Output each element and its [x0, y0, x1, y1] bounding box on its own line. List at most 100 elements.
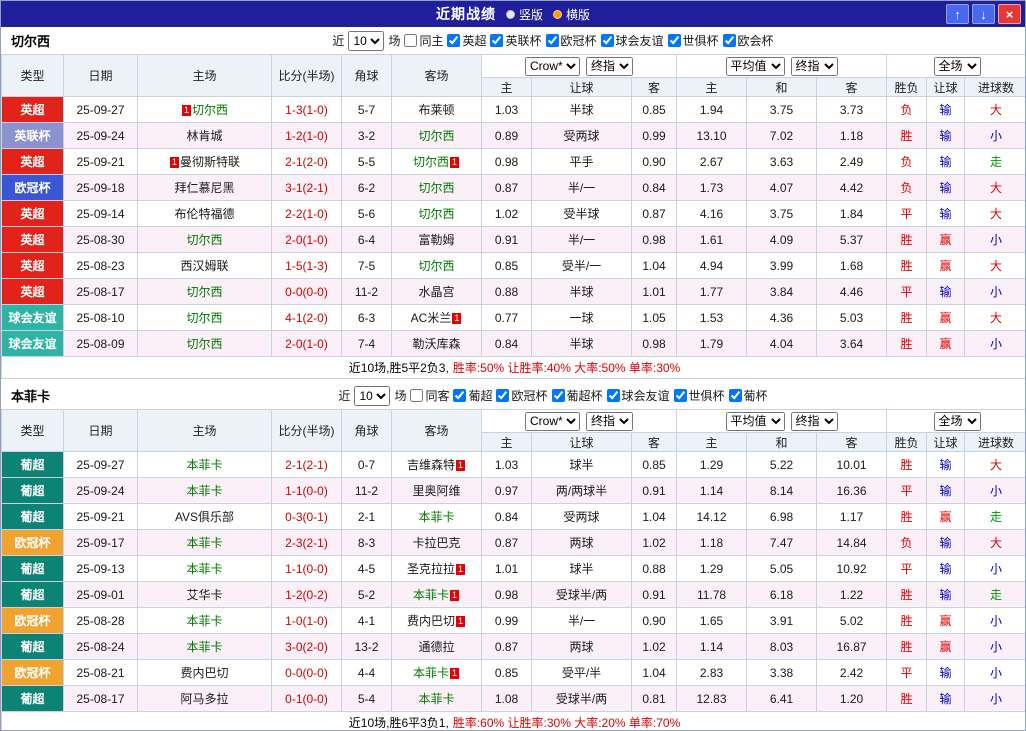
avg-home-cell: 1.29 — [676, 555, 748, 582]
corners-cell: 6-2 — [341, 174, 392, 201]
radio-dot-icon — [505, 9, 515, 19]
close-button[interactable]: × — [998, 4, 1021, 24]
column-header: 角球 — [341, 409, 392, 452]
match-date-cell: 25-09-21 — [63, 503, 138, 530]
home-team-name: 本菲卡 — [186, 536, 223, 550]
league-filter-checkbox[interactable] — [551, 389, 565, 402]
away-team-name: 水晶宫 — [418, 285, 455, 299]
match-type-cell: 英超 — [1, 148, 64, 175]
league-filter-checkbox[interactable] — [606, 389, 620, 402]
goals-result-cell: 走 — [964, 503, 1025, 530]
avg-home-cell: 1.18 — [676, 529, 748, 556]
column-header: 让球 — [531, 432, 632, 452]
match-row: 葡超 25-08-24 本菲卡 3-0(2-0) 13-2 通德拉 0.87 两球 1.02 1.… — [1, 633, 1025, 660]
home-team-name: 拜仁慕尼黑 — [174, 181, 235, 195]
league-filter-label: 英超 — [462, 34, 487, 48]
avg-draw-cell: 4.04 — [746, 330, 818, 357]
league-filter-checkbox[interactable] — [545, 34, 559, 47]
avg-draw-cell: 3.99 — [746, 252, 818, 279]
odds-away-cell: 1.05 — [630, 304, 678, 331]
league-filter-checkbox[interactable] — [496, 389, 510, 402]
league-filter[interactable]: 欧冠杯 — [496, 387, 548, 404]
odds-home-cell: 1.02 — [481, 200, 532, 227]
league-filter-checkbox[interactable] — [600, 34, 614, 47]
asian-stage-select[interactable]: 终指 — [586, 56, 633, 76]
layout-radio-vertical[interactable]: 竖版 — [505, 6, 543, 23]
titlebar: 近期战绩 竖版 横版 ↑ ↓ × — [1, 1, 1025, 27]
average-select[interactable]: 平均值 — [725, 411, 785, 431]
league-filter-checkbox[interactable] — [490, 34, 504, 47]
league-filter[interactable]: 球会友谊 — [600, 32, 664, 49]
match-row: 葡超 25-09-01 艾华卡 1-2(0-2) 5-2 本菲卡 1 0.98 受球半/两 0.9… — [1, 581, 1025, 608]
match-type-cell: 英超 — [1, 96, 64, 123]
euro-stage-select[interactable]: 终指 — [790, 56, 838, 76]
league-filter-checkbox[interactable] — [667, 34, 681, 47]
home-team-cell: 切尔西 — [137, 226, 272, 253]
goals-result-cell: 大 — [964, 529, 1025, 556]
corners-cell: 7-5 — [341, 252, 392, 279]
scope-select[interactable]: 全场 — [933, 56, 981, 76]
match-type-cell: 球会友谊 — [1, 304, 64, 331]
goals-result-cell: 小 — [964, 659, 1025, 686]
column-header: 比分(半场) — [271, 54, 342, 97]
league-filter-checkbox[interactable] — [673, 389, 687, 402]
league-filter-checkbox[interactable] — [453, 389, 467, 402]
home-team-cell: 本菲卡 — [137, 607, 272, 634]
handicap-result-cell: 输 — [926, 477, 966, 504]
handicap-result-cell: 输 — [926, 278, 966, 305]
move-down-button[interactable]: ↓ — [972, 4, 995, 24]
league-filter[interactable]: 葡超杯 — [551, 387, 603, 404]
result-cell: 胜 — [886, 607, 928, 634]
league-filter[interactable]: 球会友谊 — [606, 387, 670, 404]
bookmaker-select[interactable]: Crow* — [525, 56, 580, 76]
match-count-select[interactable]: 10 — [348, 30, 385, 51]
league-filter[interactable]: 葡杯 — [728, 387, 768, 404]
team-name: 本菲卡 — [11, 389, 51, 404]
away-team-cell: 费内巴切 1 — [391, 607, 482, 634]
league-filter-checkbox[interactable] — [404, 34, 418, 47]
league-filter[interactable]: 同主 — [404, 32, 443, 49]
league-filter[interactable]: 世俱杯 — [673, 387, 725, 404]
league-filter[interactable]: 世俱杯 — [667, 32, 719, 49]
score-cell: 1-2(1-0) — [271, 122, 342, 149]
league-filter[interactable]: 葡超 — [453, 387, 492, 404]
league-filter[interactable]: 欧冠杯 — [545, 32, 597, 49]
asian-stage-select[interactable]: 终指 — [586, 411, 633, 431]
column-header: 和 — [746, 432, 818, 452]
home-team-name: 阿马多拉 — [180, 692, 229, 706]
layout-radio-horizontal[interactable]: 横版 — [553, 6, 590, 23]
match-date-cell: 25-08-21 — [63, 659, 138, 686]
league-filter-label: 欧会杯 — [737, 34, 774, 48]
league-filter[interactable]: 同客 — [410, 387, 449, 404]
league-filter-checkbox[interactable] — [410, 389, 424, 402]
league-filter[interactable]: 英联杯 — [490, 32, 542, 49]
handicap-cell: 半球 — [531, 96, 632, 123]
away-team-cell: 水晶宫 — [391, 278, 482, 305]
bookmaker-select[interactable]: Crow* — [525, 411, 580, 431]
handicap-result-cell: 输 — [926, 659, 966, 686]
move-up-button[interactable]: ↑ — [946, 4, 969, 24]
scope-select[interactable]: 全场 — [933, 411, 981, 431]
filter-prefix-label: 近 — [332, 34, 345, 48]
goals-result-cell: 大 — [964, 96, 1025, 123]
result-cell: 胜 — [886, 122, 928, 149]
league-filter-checkbox[interactable] — [722, 34, 736, 47]
league-filter-checkbox[interactable] — [447, 34, 461, 47]
league-filter[interactable]: 英超 — [447, 32, 486, 49]
match-type-cell: 英超 — [1, 252, 64, 279]
league-filter[interactable]: 欧会杯 — [722, 32, 774, 49]
column-header: 客场 — [391, 409, 482, 452]
corners-cell: 3-2 — [341, 122, 392, 149]
average-select[interactable]: 平均值 — [725, 56, 785, 76]
league-filter-label: 葡超 — [468, 389, 493, 403]
match-type-cell: 葡超 — [1, 633, 64, 660]
euro-stage-select[interactable]: 终指 — [790, 411, 838, 431]
away-team-name: 本菲卡 — [412, 666, 449, 680]
corners-cell: 5-6 — [341, 200, 392, 227]
summary-cell: 近10场,胜5平2负3, 胜率:50% 让胜率:40% 大率:50% 单率:30% — [1, 356, 1025, 379]
match-type-cell: 英联杯 — [1, 122, 64, 149]
league-filter-checkbox[interactable] — [728, 389, 742, 402]
home-team-cell: 拜仁慕尼黑 — [137, 174, 272, 201]
match-count-select[interactable]: 10 — [354, 385, 391, 406]
match-row: 欧冠杯 25-08-21 费内巴切 0-0(0-0) 4-4 本菲卡 1 0.85 受平/半 1.… — [1, 659, 1025, 686]
